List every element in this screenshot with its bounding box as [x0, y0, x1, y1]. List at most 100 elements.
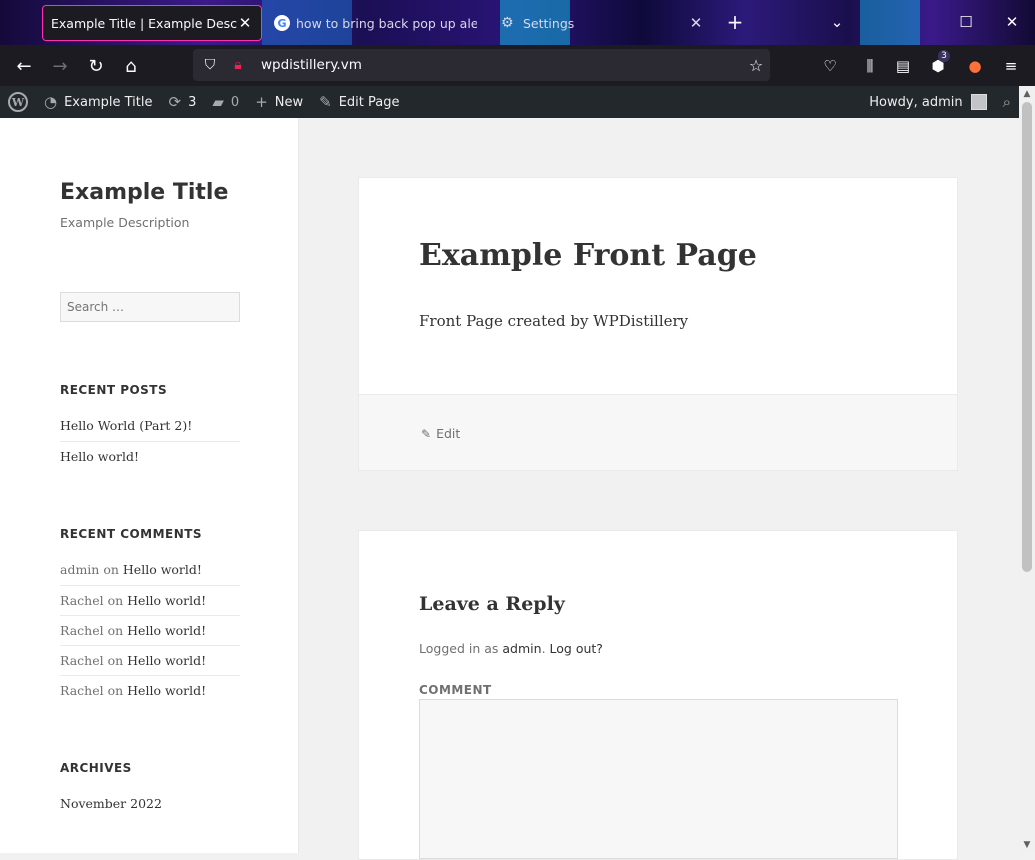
pocket-icon[interactable]: ♡ — [817, 53, 843, 79]
shield-icon[interactable]: ⛉ — [199, 57, 221, 73]
comments-menu[interactable]: ▰ 0 — [204, 86, 247, 118]
howdy-text: Howdy, admin — [869, 94, 963, 110]
page-article: Example Front Page Front Page created by… — [358, 177, 958, 471]
comment-post-link[interactable]: Hello world! — [127, 683, 206, 698]
comment-author: admin — [60, 562, 100, 577]
address-bar[interactable]: ⛉ 🔒︎ wpdistillery.vm ☆ — [193, 49, 770, 81]
comment-post-link[interactable]: Hello world! — [127, 653, 206, 668]
browser-tab-strip: Example Title | Example Description ✕ G … — [0, 0, 1035, 45]
admin-search-icon[interactable]: ⌕ — [995, 86, 1019, 118]
list-item: Rachel on Hello world! — [60, 615, 240, 645]
logout-link[interactable]: Log out? — [550, 641, 603, 656]
reload-icon[interactable]: ↻ — [83, 53, 109, 79]
tab-title: how to bring back pop up alert — [296, 15, 477, 31]
comment-icon: ▰ — [212, 93, 224, 111]
window-close-icon[interactable]: ✕ — [1001, 11, 1023, 33]
tab-google-search[interactable]: G how to bring back pop up alert — [268, 5, 483, 41]
comment-on: on — [107, 623, 124, 638]
library-icon[interactable]: ⫼ — [857, 53, 883, 79]
comment-post-link[interactable]: Hello world! — [127, 623, 206, 638]
list-item: Rachel on Hello world! — [60, 645, 240, 675]
background-art — [860, 0, 920, 45]
navigation-toolbar: ← → ↻ ⌂ ⛉ 🔒︎ wpdistillery.vm ☆ ♡ ⫼ ▤ ⬢ ●… — [0, 45, 1035, 86]
plus-icon: + — [255, 93, 268, 111]
google-icon: G — [274, 15, 290, 31]
list-item[interactable]: November 2022 — [60, 789, 240, 819]
recent-comments-list: admin on Hello world! Rachel on Hello wo… — [60, 555, 240, 705]
edit-page-label: Edit Page — [338, 94, 400, 110]
updates-icon: ⟳ — [168, 93, 182, 111]
edit-link[interactable]: ✎ Edit — [421, 426, 460, 441]
url-text[interactable]: wpdistillery.vm — [261, 57, 742, 73]
list-item: Rachel on Hello world! — [60, 585, 240, 615]
bookmark-star-icon[interactable]: ☆ — [742, 56, 770, 75]
new-content-menu[interactable]: + New — [247, 86, 311, 118]
logged-in-as: Logged in as admin. Log out? — [419, 641, 603, 656]
entry-footer: ✎ Edit — [359, 394, 957, 470]
site-name-menu[interactable]: ◔ Example Title — [36, 86, 161, 118]
list-item: Rachel on Hello world! — [60, 675, 240, 705]
comment-author: Rachel — [60, 593, 104, 608]
list-all-tabs-icon[interactable]: ⌄ — [826, 11, 848, 33]
updates-count: 3 — [188, 94, 197, 110]
new-tab-button[interactable]: + — [724, 11, 746, 33]
wp-admin-bar: W ◔ Example Title ⟳ 3 ▰ 0 + New ✎ Edit Page H… — [0, 86, 1019, 118]
reply-title: Leave a Reply — [419, 593, 565, 615]
tab-title: Example Title | Example Description — [51, 15, 237, 31]
comments-count: 0 — [230, 94, 240, 110]
comment-post-link[interactable]: Hello world! — [123, 562, 202, 577]
my-account-menu[interactable]: Howdy, admin — [861, 86, 994, 118]
tab-title: Settings — [523, 15, 575, 31]
wp-logo-menu[interactable]: W — [0, 86, 36, 118]
avatar — [970, 94, 987, 110]
comment-post-link[interactable]: Hello world! — [127, 593, 206, 608]
sidebar-icon[interactable]: ▤ — [890, 53, 916, 79]
list-item: admin on Hello world! — [60, 555, 240, 585]
updates-menu[interactable]: ⟳ 3 — [161, 86, 205, 118]
edit-label: Edit — [436, 426, 461, 441]
close-icon[interactable]: ✕ — [688, 14, 704, 32]
dashboard-icon: ◔ — [44, 93, 58, 111]
home-icon[interactable]: ⌂ — [118, 53, 144, 79]
page-title: Example Front Page — [419, 238, 757, 273]
edit-page-link[interactable]: ✎ Edit Page — [311, 86, 407, 118]
comment-on: on — [107, 593, 124, 608]
profile-link[interactable]: admin — [502, 641, 541, 656]
page-content: Front Page created by WPDistillery — [419, 312, 689, 330]
pencil-icon: ✎ — [421, 426, 432, 441]
tab-settings[interactable]: ⚙ Settings ✕ — [495, 5, 710, 41]
search-input[interactable] — [60, 292, 240, 322]
comment-textarea[interactable] — [419, 699, 898, 859]
close-icon[interactable]: ✕ — [237, 14, 253, 32]
scroll-up-icon[interactable]: ▲ — [1019, 86, 1035, 102]
new-label: New — [274, 94, 304, 110]
recent-posts-title: RECENT POSTS — [60, 383, 168, 397]
scrollbar-thumb[interactable] — [1022, 102, 1032, 572]
gear-icon: ⚙ — [501, 15, 514, 31]
pencil-icon: ✎ — [319, 93, 332, 111]
site-name: Example Title — [64, 94, 153, 110]
comment-on: on — [107, 683, 124, 698]
list-item[interactable]: Hello World (Part 2)! — [60, 411, 240, 441]
comment-author: Rachel — [60, 623, 104, 638]
back-arrow-icon[interactable]: ← — [11, 53, 37, 79]
firefox-account-icon[interactable]: ● — [962, 53, 988, 79]
extension-badge: 3 — [938, 50, 950, 62]
page-scrollbar[interactable]: ▲ ▼ — [1019, 86, 1035, 853]
logged-in-prefix: Logged in as — [419, 641, 499, 656]
wordpress-icon: W — [8, 92, 28, 112]
menu-icon[interactable]: ≡ — [998, 53, 1024, 79]
scroll-down-icon[interactable]: ▼ — [1019, 837, 1035, 853]
tab-example-title[interactable]: Example Title | Example Description ✕ — [42, 5, 262, 41]
forward-arrow-icon[interactable]: → — [47, 53, 73, 79]
comment-label: COMMENT — [419, 683, 492, 697]
sidebar: Example Title Example Description RECENT… — [0, 118, 299, 853]
site-title[interactable]: Example Title — [60, 180, 228, 205]
maximize-icon[interactable]: ☐ — [955, 11, 977, 33]
comment-author: Rachel — [60, 683, 104, 698]
list-item[interactable]: Hello world! — [60, 441, 240, 471]
comment-on: on — [107, 653, 124, 668]
lock-icon[interactable]: 🔒︎ — [227, 57, 249, 73]
site-description: Example Description — [60, 215, 190, 230]
recent-comments-title: RECENT COMMENTS — [60, 527, 203, 541]
